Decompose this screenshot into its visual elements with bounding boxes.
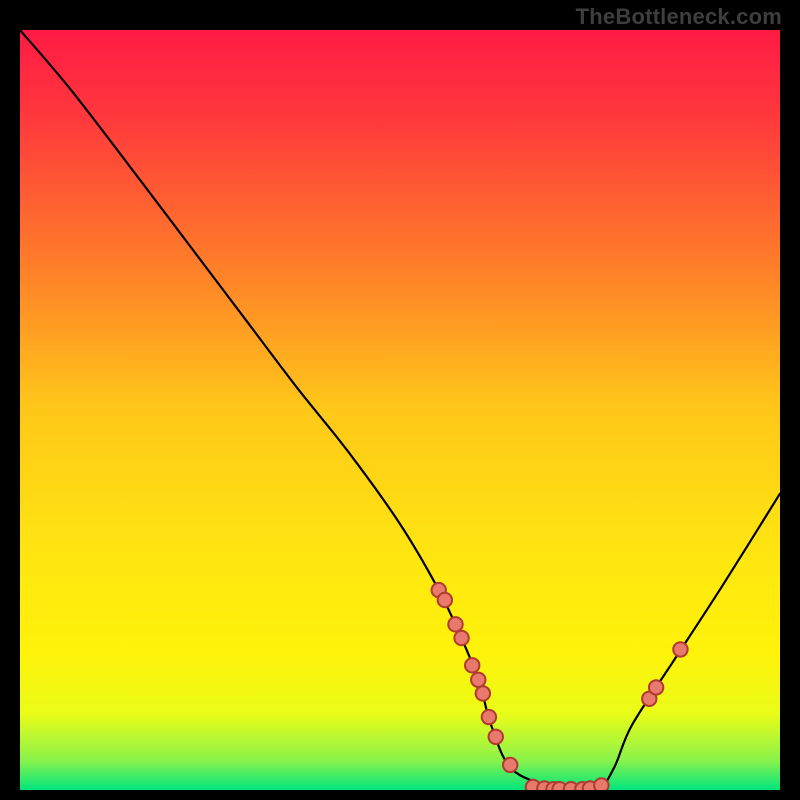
data-marker (489, 730, 503, 744)
data-marker (454, 631, 468, 645)
watermark-text: TheBottleneck.com (576, 4, 782, 30)
data-marker (594, 778, 608, 790)
data-marker (476, 686, 490, 700)
chart-root: TheBottleneck.com (0, 0, 800, 800)
data-marker (673, 642, 687, 656)
data-marker (438, 593, 452, 607)
chart-svg (20, 30, 780, 790)
data-marker (448, 617, 462, 631)
plot-area (20, 30, 780, 790)
data-marker (471, 673, 485, 687)
data-marker (482, 710, 496, 724)
gradient-background (20, 30, 780, 790)
data-marker (649, 680, 663, 694)
data-marker (465, 658, 479, 672)
data-marker (503, 758, 517, 772)
